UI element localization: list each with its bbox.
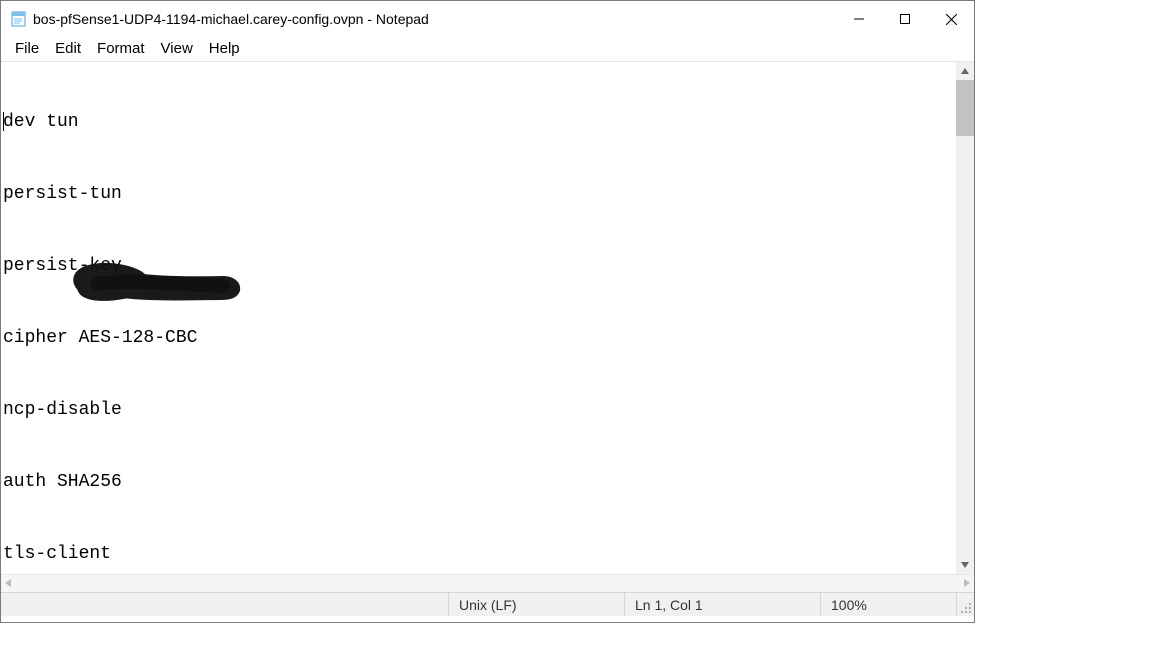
notepad-window: bos-pfSense1-UDP4-1194-michael.carey-con… (0, 0, 975, 623)
status-bar: Unix (LF) Ln 1, Col 1 100% (1, 592, 974, 616)
editor-line: auth SHA256 (3, 470, 954, 494)
menu-file[interactable]: File (7, 37, 47, 61)
menu-bar: File Edit Format View Help (1, 37, 974, 61)
status-cursor-position: Ln 1, Col 1 (624, 593, 820, 616)
menu-view[interactable]: View (153, 37, 201, 61)
menu-edit[interactable]: Edit (47, 37, 89, 61)
scroll-down-button[interactable] (956, 556, 974, 574)
resize-grip[interactable] (956, 593, 974, 616)
window-title: bos-pfSense1-UDP4-1194-michael.carey-con… (33, 11, 836, 27)
editor-line: tls-client (3, 542, 954, 566)
editor-line: ncp-disable (3, 398, 954, 422)
status-spacer (1, 593, 448, 616)
scroll-track[interactable] (956, 80, 974, 556)
editor-line: persist-key (3, 254, 954, 278)
content-area: dev tun persist-tun persist-key cipher A… (1, 61, 974, 574)
window-controls (836, 1, 974, 37)
title-bar[interactable]: bos-pfSense1-UDP4-1194-michael.carey-con… (1, 1, 974, 37)
editor-line: persist-tun (3, 182, 954, 206)
scroll-right-button[interactable] (962, 575, 972, 593)
minimize-button[interactable] (836, 1, 882, 37)
close-button[interactable] (928, 1, 974, 37)
scroll-thumb[interactable] (956, 80, 974, 136)
maximize-button[interactable] (882, 1, 928, 37)
menu-format[interactable]: Format (89, 37, 153, 61)
scroll-up-button[interactable] (956, 62, 974, 80)
status-zoom: 100% (820, 593, 956, 616)
editor-line: cipher AES-128-CBC (3, 326, 954, 350)
status-line-ending: Unix (LF) (448, 593, 624, 616)
notepad-icon (11, 11, 27, 27)
horizontal-scrollbar[interactable] (1, 574, 974, 592)
vertical-scrollbar[interactable] (956, 62, 974, 574)
editor-line: dev tun (3, 112, 79, 132)
text-editor[interactable]: dev tun persist-tun persist-key cipher A… (1, 62, 956, 574)
menu-help[interactable]: Help (201, 37, 248, 61)
scroll-left-button[interactable] (3, 575, 13, 593)
